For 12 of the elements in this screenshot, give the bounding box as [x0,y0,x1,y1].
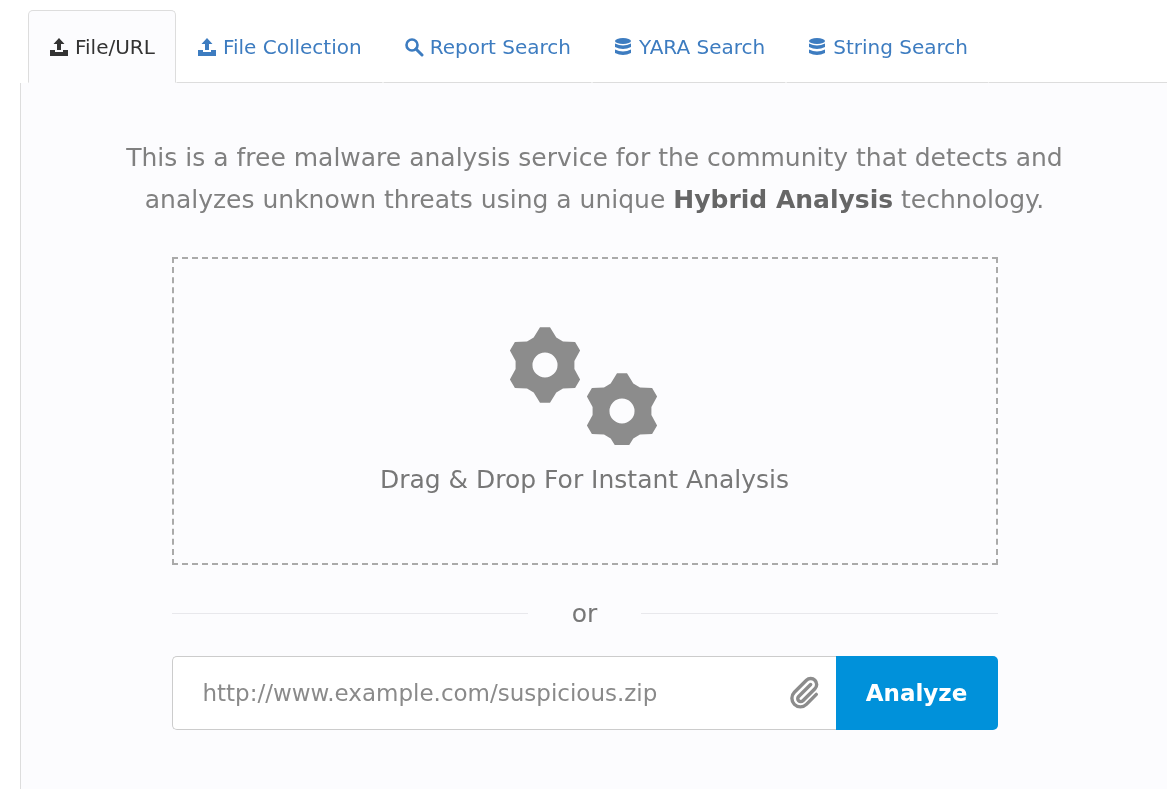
drop-label: Drag & Drop For Instant Analysis [379,465,790,494]
database-icon [613,36,633,57]
upload-icon [196,36,217,57]
database-icon [807,36,828,57]
separator-text: or [570,599,599,628]
upload-icon [49,36,69,57]
intro-text: This is a free malware analysis service for the community that detects and analyzes unknown threats using a unique Hybrid Analysis technology. [125,142,1064,216]
tab[interactable]: File/URL [28,10,176,83]
drop-zone[interactable]: Drag & Drop For Instant Analysis [171,257,998,565]
analyze-button[interactable]: Analyze [835,656,998,730]
search-icon [403,36,424,57]
url-field[interactable]: http://www.example.com/suspicious.zip [171,656,836,730]
